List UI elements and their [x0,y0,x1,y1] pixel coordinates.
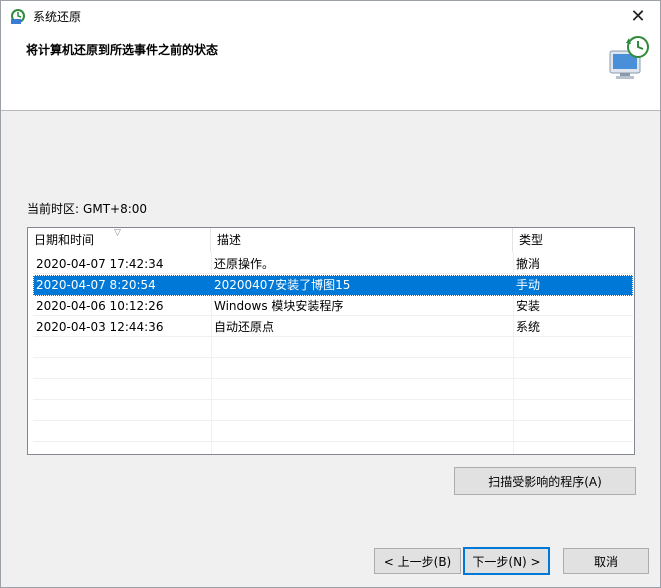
system-restore-icon [11,9,25,24]
timezone-caption: 当前时区: [27,202,80,216]
cell-date: 2020-04-07 8:20:54 [36,278,156,292]
timezone-label: 当前时区: GMT+8:00 [27,200,151,217]
table-row[interactable]: 2020-04-03 12:44:36 自动还原点 系统 [33,317,633,338]
table-row[interactable]: 2020-04-06 10:12:26 Windows 模块安装程序 安装 [33,296,633,317]
close-button[interactable]: ✕ [620,1,656,31]
close-icon[interactable]: ✕ [630,6,645,27]
sort-descending-icon: ▽ [114,228,121,238]
cell-description: 还原操作。 [214,257,275,271]
cell-date: 2020-04-03 12:44:36 [36,320,164,334]
cell-type: 手动 [516,278,541,292]
column-header-description[interactable]: 描述 [211,228,513,252]
cell-type: 系统 [516,320,541,334]
cell-description: Windows 模块安装程序 [214,299,344,313]
grid-divider [33,378,633,379]
back-button[interactable]: < 上一步(B) [374,548,461,574]
dialog-header: 系统还原 ✕ 将计算机还原到所选事件之前的状态 [1,1,660,111]
next-button[interactable]: 下一步(N) > [463,547,550,575]
window-title: 系统还原 [33,10,82,24]
cell-date: 2020-04-07 17:42:34 [36,257,164,271]
system-restore-dialog: 系统还原 ✕ 将计算机还原到所选事件之前的状态 当前时区: GMT+8:00 ▽ … [0,0,661,588]
column-header-date[interactable]: ▽ 日期和时间 [28,228,211,252]
cancel-button[interactable]: 取消 [563,548,649,574]
cell-type: 撤消 [516,257,541,271]
grid-divider [33,441,633,442]
cell-date: 2020-04-06 10:12:26 [36,299,164,313]
table-row[interactable]: 2020-04-07 17:42:34 还原操作。 撤消 [33,254,633,275]
grid-divider [33,420,633,421]
column-header-type[interactable]: 类型 [513,228,634,252]
grid-divider [33,357,633,358]
monitor-restore-clock-icon [609,36,649,79]
scan-affected-programs-button[interactable]: 扫描受影响的程序(A) [454,467,636,495]
cell-description: 20200407安装了博图15 [214,278,351,292]
page-heading: 将计算机还原到所选事件之前的状态 [26,43,219,57]
table-header: ▽ 日期和时间 描述 类型 [28,228,634,252]
cell-description: 自动还原点 [214,320,275,334]
cell-type: 安装 [516,299,541,313]
timezone-value: GMT+8:00 [83,202,148,216]
table-row-selected[interactable]: 2020-04-07 8:20:54 20200407安装了博图15 手动 [33,275,633,296]
grid-divider [33,399,633,400]
restore-points-table[interactable]: ▽ 日期和时间 描述 类型 2020-04-07 17:42:34 还原操作。 … [27,227,635,455]
